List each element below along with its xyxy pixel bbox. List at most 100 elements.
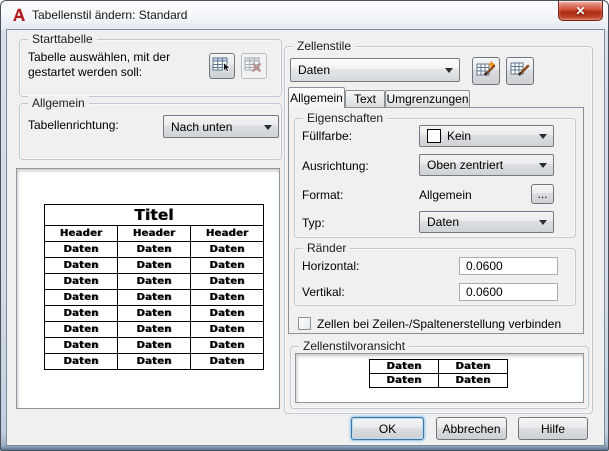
chevron-down-icon — [264, 124, 272, 130]
preview-data-cell: Daten — [117, 353, 191, 370]
starttabelle-description-line1: Tabelle auswählen, mit der — [28, 50, 171, 64]
preview-data-cell: Daten — [190, 257, 264, 274]
cell-style-preview-cell: Daten — [438, 359, 508, 374]
cell-style-preview-table: Daten Daten Daten Daten — [369, 359, 508, 388]
preview-data-cell: Daten — [44, 257, 118, 274]
preview-data-row: Daten Daten Daten — [44, 353, 264, 370]
preview-data-row: Daten Daten Daten — [44, 257, 264, 274]
preview-data-cell: Daten — [44, 273, 118, 290]
preview-title-cell: Titel — [44, 204, 264, 226]
chevron-down-icon — [539, 163, 547, 168]
horizontal-margin-label: Horizontal: — [302, 259, 360, 273]
ellipsis-icon: ... — [537, 187, 548, 201]
preview-data-row: Daten Daten Daten — [44, 273, 264, 290]
tab-allgemein[interactable]: Allgemein — [288, 87, 345, 108]
cell-style-preview-panel: Daten Daten Daten Daten — [295, 353, 584, 403]
preview-data-cell: Daten — [190, 241, 264, 258]
table-style-preview-panel: Titel Header Header Header Daten Daten D… — [16, 168, 280, 409]
preview-data-cell: Daten — [190, 353, 264, 370]
preview-header-cell: Header — [117, 225, 191, 242]
preview-header-row: Header Header Header — [44, 225, 264, 242]
manage-cell-styles-button[interactable] — [506, 57, 534, 85]
ok-button[interactable]: OK — [351, 417, 424, 440]
fill-color-value: Kein — [447, 129, 472, 143]
format-browse-button[interactable]: ... — [531, 184, 554, 204]
preview-data-cell: Daten — [190, 337, 264, 354]
type-value: Daten — [427, 215, 460, 229]
vertical-margin-label: Vertikal: — [302, 285, 345, 299]
cancel-button[interactable]: Abbrechen — [436, 417, 507, 440]
table-select-icon — [212, 56, 232, 77]
cell-style-value: Daten — [298, 63, 331, 77]
cell-style-preview-cell: Daten — [369, 373, 439, 388]
preview-data-cell: Daten — [117, 257, 191, 274]
preview-data-cell: Daten — [44, 353, 118, 370]
alignment-value: Oben zentriert — [427, 158, 504, 172]
preview-header-cell: Header — [190, 225, 264, 242]
color-swatch-none-icon — [427, 129, 441, 143]
cancel-button-label: Abbrechen — [442, 421, 501, 436]
preview-data-cell: Daten — [190, 321, 264, 338]
dialog-window: Tabellenstil ändern: Standard ✕ Starttab… — [0, 0, 609, 451]
fill-color-label: Füllfarbe: — [302, 129, 353, 143]
type-label: Typ: — [302, 216, 325, 230]
remove-start-table-button[interactable] — [241, 53, 267, 79]
cell-style-select[interactable]: Daten — [290, 58, 460, 82]
format-value: Allgemein — [419, 188, 472, 202]
horizontal-margin-input[interactable] — [459, 257, 558, 275]
tab-allgemein-label: Allgemein — [290, 91, 343, 105]
merge-cells-checkbox[interactable] — [298, 317, 311, 330]
tab-text-label: Text — [353, 92, 376, 106]
title-bar[interactable]: Tabellenstil ändern: Standard ✕ — [1, 1, 608, 29]
vertical-margin-input[interactable] — [459, 283, 558, 301]
cell-style-preview-cell: Daten — [369, 359, 439, 374]
starttabelle-description-line2: gestartet werden soll: — [28, 65, 143, 79]
tab-umgrenzungen[interactable]: Umgrenzungen — [385, 90, 470, 107]
manage-cell-styles-icon — [510, 60, 530, 83]
autocad-logo-icon — [11, 7, 27, 23]
chevron-down-icon — [539, 134, 547, 139]
preview-header-cell: Header — [44, 225, 118, 242]
group-allgemein-label: Allgemein — [28, 96, 89, 110]
help-button[interactable]: Hilfe — [518, 417, 588, 440]
preview-data-cell: Daten — [117, 305, 191, 322]
preview-data-cell: Daten — [117, 321, 191, 338]
preview-data-row: Daten Daten Daten — [44, 337, 264, 354]
group-zellenstile-label: Zellenstile — [293, 39, 356, 53]
preview-data-cell: Daten — [117, 241, 191, 258]
cell-style-preview-cell: Daten — [438, 373, 508, 388]
type-select[interactable]: Daten — [419, 211, 554, 233]
group-starttabelle-label: Starttabelle — [28, 32, 97, 46]
close-button[interactable]: ✕ — [558, 1, 603, 21]
tab-text[interactable]: Text — [345, 90, 385, 107]
fill-color-select[interactable]: Kein — [419, 125, 554, 147]
cell-style-preview-row: Daten Daten — [369, 359, 508, 374]
preview-data-cell: Daten — [190, 305, 264, 322]
preview-data-cell: Daten — [44, 241, 118, 258]
alignment-label: Ausrichtung: — [302, 159, 369, 173]
preview-title-row: Titel — [44, 204, 264, 226]
preview-data-row: Daten Daten Daten — [44, 321, 264, 338]
help-button-label: Hilfe — [540, 421, 565, 436]
preview-data-cell: Daten — [44, 337, 118, 354]
group-raender-label: Ränder — [303, 241, 351, 255]
alignment-select[interactable]: Oben zentriert — [419, 154, 554, 176]
preview-table: Titel Header Header Header Daten Daten D… — [44, 204, 264, 370]
chevron-down-icon — [539, 220, 547, 225]
table-direction-label: Tabellenrichtung: — [28, 118, 119, 132]
merge-cells-checkbox-label: Zellen bei Zeilen-/Spaltenerstellung ver… — [317, 317, 562, 331]
preview-data-cell: Daten — [44, 289, 118, 306]
table-direction-select[interactable]: Nach unten — [163, 115, 279, 138]
preview-data-row: Daten Daten Daten — [44, 241, 264, 258]
chevron-down-icon — [445, 68, 453, 73]
ok-button-label: OK — [378, 421, 397, 436]
cell-style-preview-row: Daten Daten — [369, 373, 508, 388]
table-remove-icon — [244, 56, 264, 77]
group-eigenschaften-label: Eigenschaften — [303, 111, 388, 125]
preview-data-cell: Daten — [44, 305, 118, 322]
preview-data-cell: Daten — [190, 289, 264, 306]
preview-data-cell: Daten — [117, 337, 191, 354]
preview-data-cell: Daten — [190, 273, 264, 290]
create-cell-style-button[interactable] — [472, 57, 500, 85]
select-start-table-button[interactable] — [209, 53, 235, 79]
